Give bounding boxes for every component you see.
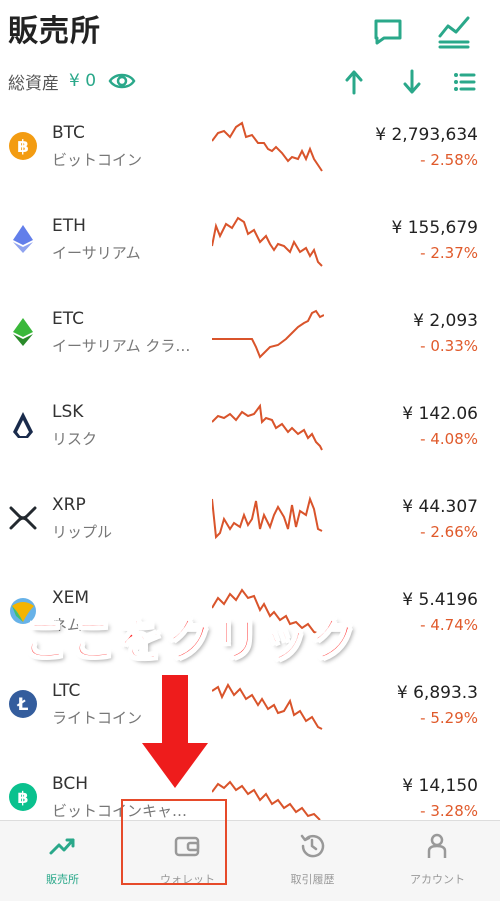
sort-up-icon[interactable] <box>338 66 370 98</box>
coin-change: - 5.29% <box>420 709 478 727</box>
tab-label: アカウント <box>410 873 465 886</box>
coin-symbol: ETC <box>52 309 84 329</box>
coin-name: リスク <box>52 430 98 448</box>
coin-price: ¥ 2,093 <box>413 311 478 331</box>
tab-exchange[interactable]: 販売所 <box>0 821 125 901</box>
svg-text:฿: ฿ <box>17 137 29 157</box>
ethereum-classic-icon <box>13 318 33 346</box>
page-title: 販売所 <box>8 14 101 49</box>
coin-name: ビットコイン <box>52 151 143 169</box>
highlight-wallet-tab <box>121 799 227 885</box>
callout-click-here: ここをクリック <box>21 612 358 668</box>
price-sparkline <box>212 216 323 267</box>
coin-change: - 3.28% <box>420 802 478 820</box>
list-icon[interactable] <box>448 66 480 98</box>
tab-account[interactable]: アカウント <box>375 821 500 901</box>
coin-price: ¥ 5.4196 <box>402 590 478 610</box>
coin-row-xrp[interactable]: XRP リップル ¥ 44.307 - 2.66% <box>0 477 500 570</box>
coin-change: - 2.37% <box>420 244 478 262</box>
total-assets-label: 総資産 <box>8 73 59 94</box>
coin-price: ¥ 155,679 <box>391 218 478 238</box>
total-assets-value: ¥ 0 <box>69 71 97 91</box>
coin-price: ¥ 44.307 <box>402 497 478 517</box>
trend-icon <box>49 838 75 855</box>
history-icon <box>300 834 325 858</box>
price-sparkline <box>212 403 323 451</box>
sort-down-icon[interactable] <box>396 66 428 98</box>
bitcoin-cash-icon: ฿ <box>9 783 37 811</box>
svg-text:฿: ฿ <box>17 788 28 807</box>
bitcoin-icon: ฿ <box>9 132 37 160</box>
tab-label: 取引履歴 <box>290 873 335 886</box>
coin-row-btc[interactable]: ฿ BTC ビットコイン ¥ 2,793,634 - 2.58% <box>0 105 500 198</box>
down-arrow-icon <box>142 675 208 788</box>
coin-name: ライトコイン <box>52 709 143 727</box>
svg-text:Ł: Ł <box>17 695 29 715</box>
coin-symbol: LTC <box>52 681 81 701</box>
chart-icon[interactable] <box>434 12 474 52</box>
coin-symbol: BCH <box>52 774 89 794</box>
price-sparkline <box>212 309 324 359</box>
coin-name: イーサリアム クラ… <box>52 337 191 355</box>
coin-symbol: BTC <box>52 123 85 143</box>
total-assets: 総資産 ¥ 0 <box>8 66 136 96</box>
price-sparkline <box>212 682 323 730</box>
coin-change: - 2.58% <box>420 151 478 169</box>
coin-change: - 4.08% <box>420 430 478 448</box>
lisk-icon <box>13 412 33 438</box>
litecoin-icon: Ł <box>9 690 37 718</box>
coin-row-lsk[interactable]: LSK リスク ¥ 142.06 - 4.08% <box>0 384 500 477</box>
coin-change: - 2.66% <box>420 523 478 541</box>
ripple-icon <box>9 506 37 530</box>
coin-price: ¥ 6,893.3 <box>396 683 478 703</box>
price-sparkline <box>212 121 323 172</box>
price-sparkline <box>212 780 321 820</box>
coin-list: ฿ BTC ビットコイン ¥ 2,793,634 - 2.58% ETH イーサ… <box>0 105 500 820</box>
coin-row-eth[interactable]: ETH イーサリアム ¥ 155,679 - 2.37% <box>0 198 500 291</box>
coin-symbol: LSK <box>52 402 84 422</box>
app-header: 販売所 総資産 ¥ 0 <box>0 0 500 105</box>
eye-icon[interactable] <box>108 69 136 93</box>
price-sparkline <box>212 495 323 540</box>
coin-name: リップル <box>52 523 113 541</box>
coin-row-bch[interactable]: ฿ BCH ビットコインキャ… ¥ 14,150 - 3.28% <box>0 756 500 820</box>
coin-change: - 4.74% <box>420 616 478 634</box>
tab-label: 販売所 <box>46 873 79 886</box>
coin-row-ltc[interactable]: Ł LTC ライトコイン ¥ 6,893.3 - 5.29% <box>0 663 500 756</box>
bottom-tab-bar: 販売所 ウォレット 取引履歴 アカウント <box>0 820 500 901</box>
coin-price: ¥ 142.06 <box>402 404 478 424</box>
ethereum-icon <box>13 225 33 253</box>
account-icon <box>427 833 447 858</box>
coin-name: イーサリアム <box>52 244 141 262</box>
coin-symbol: XRP <box>52 495 86 515</box>
coin-price: ¥ 14,150 <box>402 776 478 796</box>
tab-history[interactable]: 取引履歴 <box>250 821 375 901</box>
coin-change: - 0.33% <box>420 337 478 355</box>
coin-row-etc[interactable]: ETC イーサリアム クラ… ¥ 2,093 - 0.33% <box>0 291 500 384</box>
chat-icon[interactable] <box>368 12 408 52</box>
coin-symbol: ETH <box>52 216 86 236</box>
coin-price: ¥ 2,793,634 <box>375 125 478 145</box>
